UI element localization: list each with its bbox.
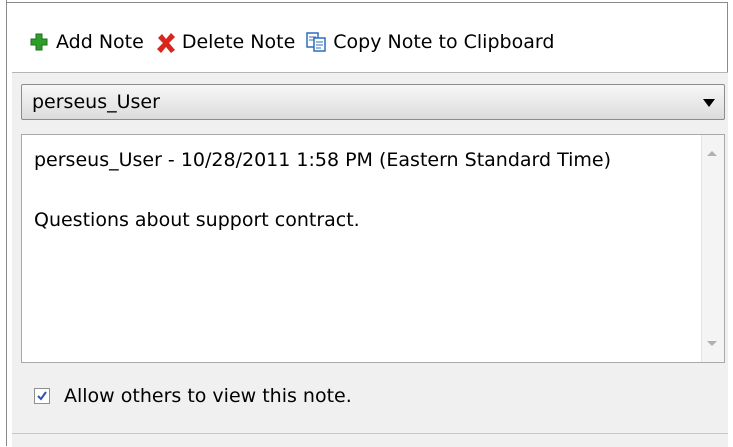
scroll-down-icon[interactable] [707,341,717,346]
add-note-button[interactable]: Add Note [28,31,144,53]
allow-others-option[interactable]: Allow others to view this note. [34,384,352,408]
copy-note-label: Copy Note to Clipboard [333,31,555,53]
chevron-down-icon [703,99,715,107]
top-border [6,2,728,3]
bottom-divider [12,433,728,434]
add-note-label: Add Note [56,31,144,53]
allow-others-label: Allow others to view this note. [64,385,352,407]
allow-others-checkbox[interactable] [34,388,50,404]
copy-note-button[interactable]: Copy Note to Clipboard [305,31,554,53]
copy-icon [305,31,327,53]
scroll-up-icon[interactable] [707,151,717,156]
note-content: perseus_User - 10/28/2011 1:58 PM (Easte… [34,145,684,235]
notes-toolbar: Add Note Delete Note Copy Note to Clipbo… [28,24,564,60]
note-blank-line [34,175,684,205]
left-border [6,0,7,446]
checkmark-icon [37,391,47,401]
delete-note-button[interactable]: Delete Note [154,31,295,53]
note-scrollbar[interactable] [701,135,724,362]
note-body: Questions about support contract. [34,209,360,231]
user-select-value: perseus_User [32,91,160,113]
user-select[interactable]: perseus_User [21,84,725,120]
plus-icon [28,31,50,53]
x-icon [154,31,176,53]
note-header: perseus_User - 10/28/2011 1:58 PM (Easte… [34,149,612,171]
note-textarea[interactable]: perseus_User - 10/28/2011 1:58 PM (Easte… [21,134,725,363]
delete-note-label: Delete Note [181,31,296,53]
